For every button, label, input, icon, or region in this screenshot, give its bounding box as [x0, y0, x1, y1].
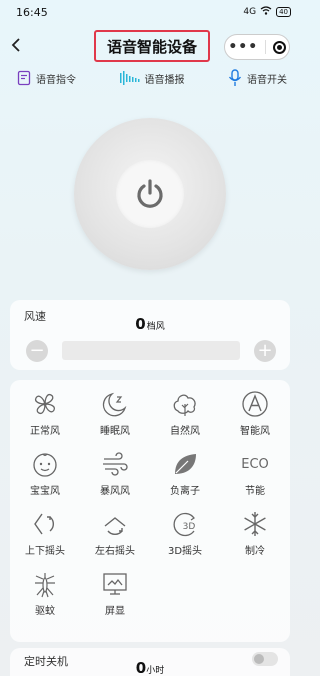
battery-icon: 40: [276, 7, 291, 17]
mode-baby-wind[interactable]: 宝宝风: [10, 444, 80, 504]
mini-program-capsule: •••: [224, 34, 290, 60]
wind-decrease-button[interactable]: −: [26, 340, 48, 362]
wifi-icon: [260, 6, 272, 18]
mode-3d-swing[interactable]: 3D 3D摇头: [150, 504, 220, 564]
mode-anion[interactable]: 负离子: [150, 444, 220, 504]
wind-speed-slider[interactable]: [62, 341, 240, 360]
toggle-knob: [254, 654, 264, 664]
network-label: 4G: [243, 7, 257, 17]
mode-vertical-swing[interactable]: 上下摇头: [10, 504, 80, 564]
snowflake-icon: [239, 508, 271, 540]
close-button[interactable]: [272, 40, 286, 54]
more-button[interactable]: •••: [228, 40, 258, 54]
mode-label: 3D摇头: [167, 546, 203, 557]
mode-label: 正常风: [30, 426, 60, 437]
timer-unit: 小时: [146, 666, 165, 676]
mode-eco[interactable]: ECO 节能: [220, 444, 290, 504]
soundwave-icon: [119, 71, 139, 85]
mode-horizontal-swing[interactable]: 左右摇头: [80, 504, 150, 564]
mode-label: 左右摇头: [95, 546, 135, 557]
quick-voice-broadcast[interactable]: 语音播报: [119, 70, 185, 86]
mode-screen-display[interactable]: 屏显: [80, 564, 150, 624]
mode-mosquito-repel[interactable]: 驱蚊: [10, 564, 80, 624]
mode-grid-card: 正常风 睡眠风 自然风 智能风 宝宝风 暴风风 负离子 ECO 节能 上下摇头 …: [10, 380, 290, 642]
power-icon: [137, 179, 163, 208]
wind-speed-value: 0档风: [10, 314, 290, 333]
mosquito-icon: [29, 568, 61, 600]
mode-cooling[interactable]: 制冷: [220, 504, 290, 564]
mode-storm-wind[interactable]: 暴风风: [80, 444, 150, 504]
horizontal-swing-icon: [99, 508, 131, 540]
leaf-icon: [169, 448, 201, 480]
swing-3d-icon: 3D: [169, 508, 201, 540]
capsule-divider: [264, 40, 266, 54]
mode-label: 负离子: [170, 486, 200, 497]
quick-voice-broadcast-label: 语音播报: [144, 74, 185, 86]
mode-label: 宝宝风: [30, 486, 60, 497]
wind-speed-unit: 档风: [146, 322, 165, 332]
microphone-icon: [228, 69, 242, 86]
storm-wind-icon: [99, 448, 131, 480]
quick-voice-command-label: 语音指令: [36, 74, 76, 86]
target-icon: [276, 44, 282, 50]
back-button[interactable]: [10, 36, 30, 58]
mode-label: 自然风: [170, 426, 200, 437]
wind-speed-number: 0: [135, 315, 146, 333]
mode-label: 暴风风: [100, 486, 130, 497]
command-doc-icon: [17, 70, 31, 86]
baby-icon: [29, 448, 61, 480]
status-time: 16:45: [16, 5, 48, 19]
eco-icon: ECO: [241, 456, 269, 472]
vertical-swing-icon: [29, 508, 61, 540]
mode-label: 智能风: [240, 426, 270, 437]
auto-a-icon: [239, 388, 271, 420]
moon-icon: [99, 388, 131, 420]
mode-grid: 正常风 睡眠风 自然风 智能风 宝宝风 暴风风 负离子 ECO 节能 上下摇头 …: [10, 384, 290, 624]
status-icons: 4G 40: [243, 6, 291, 18]
power-dial: [74, 118, 226, 270]
mode-label: 制冷: [245, 546, 265, 557]
mode-normal-wind[interactable]: 正常风: [10, 384, 80, 444]
timer-toggle[interactable]: [252, 652, 278, 666]
leaf-tree-icon: [169, 388, 201, 420]
mode-label: 上下摇头: [25, 546, 65, 557]
mode-label: 节能: [245, 486, 265, 497]
mode-label: 睡眠风: [100, 426, 130, 437]
mode-sleep-wind[interactable]: 睡眠风: [80, 384, 150, 444]
mode-label: 屏显: [105, 606, 125, 617]
wind-speed-card: 风速 0档风 − +: [10, 300, 290, 370]
quick-voice-switch-label: 语音开关: [247, 74, 287, 86]
swing-3d-text: 3D: [182, 522, 196, 532]
status-bar: 16:45 4G 40: [0, 0, 303, 24]
quick-voice-command[interactable]: 语音指令: [16, 70, 76, 86]
quick-voice-switch[interactable]: 语音开关: [227, 69, 287, 87]
screen-icon: [99, 568, 131, 600]
timer-number: 0: [135, 659, 147, 676]
header: 语音智能设备 •••: [0, 30, 303, 64]
page-title: 语音智能设备: [94, 30, 210, 62]
power-button[interactable]: [116, 160, 184, 228]
voice-quick-bar: 语音指令 语音播报 语音开关: [0, 66, 303, 90]
wind-increase-button[interactable]: +: [254, 340, 276, 362]
chevron-left-icon: [11, 38, 20, 52]
fan-icon: [29, 388, 61, 420]
mode-label: 驱蚊: [35, 606, 55, 617]
mode-smart-wind[interactable]: 智能风: [220, 384, 290, 444]
mode-natural-wind[interactable]: 自然风: [150, 384, 220, 444]
timer-card: 定时关机 0小时: [10, 648, 290, 676]
timer-value: 0小时: [10, 658, 290, 676]
